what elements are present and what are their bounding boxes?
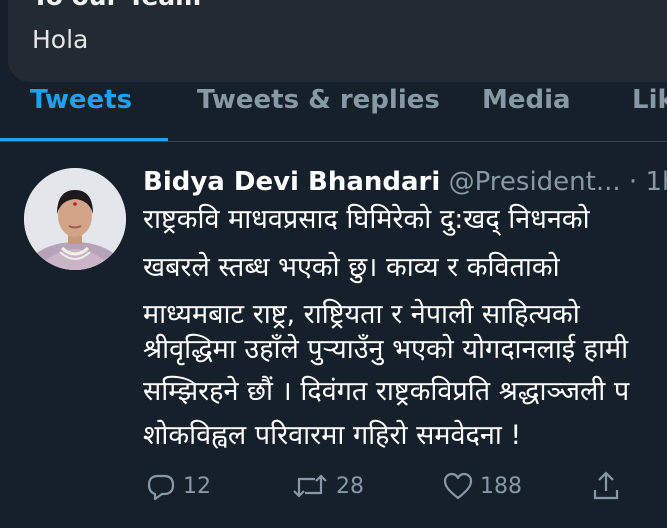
tabs-divider <box>0 141 667 142</box>
tweet-text-line: श्रीवृद्धिमा उहाँले पुर्‍याउँनु भएको योग… <box>143 334 629 365</box>
share-button[interactable] <box>590 468 622 504</box>
notification-banner[interactable]: To our Team Hola <box>8 0 667 82</box>
reply-icon <box>145 470 177 502</box>
header-separator: · <box>628 167 638 197</box>
like-count: 188 <box>480 473 522 499</box>
twitter-profile-screen: To our Team Hola Tweets Tweets & replies… <box>0 0 667 528</box>
tweet-time[interactable]: 1h <box>645 167 667 197</box>
tab-tweets[interactable]: Tweets <box>30 82 132 138</box>
retweet-count: 28 <box>336 473 364 499</box>
retweet-icon <box>290 470 330 502</box>
tweet-text-line: शोकविह्वल परिवारमा गहिरो समवेदना ! <box>143 420 522 451</box>
share-icon <box>590 470 622 502</box>
tweet-text-line: खबरले स्तब्ध भएको छु। काव्य र कविताको <box>143 252 560 283</box>
author-handle[interactable]: @President... <box>449 167 621 197</box>
tweet-text-line: माध्यमबाट राष्ट्र, राष्ट्रियता र नेपाली … <box>143 299 580 330</box>
tweet-text-line: राष्ट्रकवि माधवप्रसाद घिमिरेको दु:खद् नि… <box>143 204 590 235</box>
tab-media[interactable]: Media <box>482 82 571 138</box>
tweet-header: Bidya Devi Bhandari @President... · 1h <box>143 165 667 199</box>
heart-icon <box>442 470 474 502</box>
notification-title: To our Team <box>32 0 201 11</box>
tweet-text-line: सम्झिरहने छौं । दिवंगत राष्ट्रकविप्रति श… <box>143 376 630 407</box>
author-name[interactable]: Bidya Devi Bhandari <box>143 167 440 197</box>
retweet-button[interactable]: 28 <box>290 468 364 504</box>
tab-likes[interactable]: Lik <box>632 82 667 138</box>
profile-tabs: Tweets Tweets & replies Media Lik <box>0 82 667 142</box>
notification-body: Hola <box>32 25 89 54</box>
avatar[interactable] <box>24 168 126 270</box>
reply-button[interactable]: 12 <box>145 468 211 504</box>
tab-tweets-and-replies[interactable]: Tweets & replies <box>197 82 440 138</box>
reply-count: 12 <box>183 473 211 499</box>
like-button[interactable]: 188 <box>442 468 522 504</box>
